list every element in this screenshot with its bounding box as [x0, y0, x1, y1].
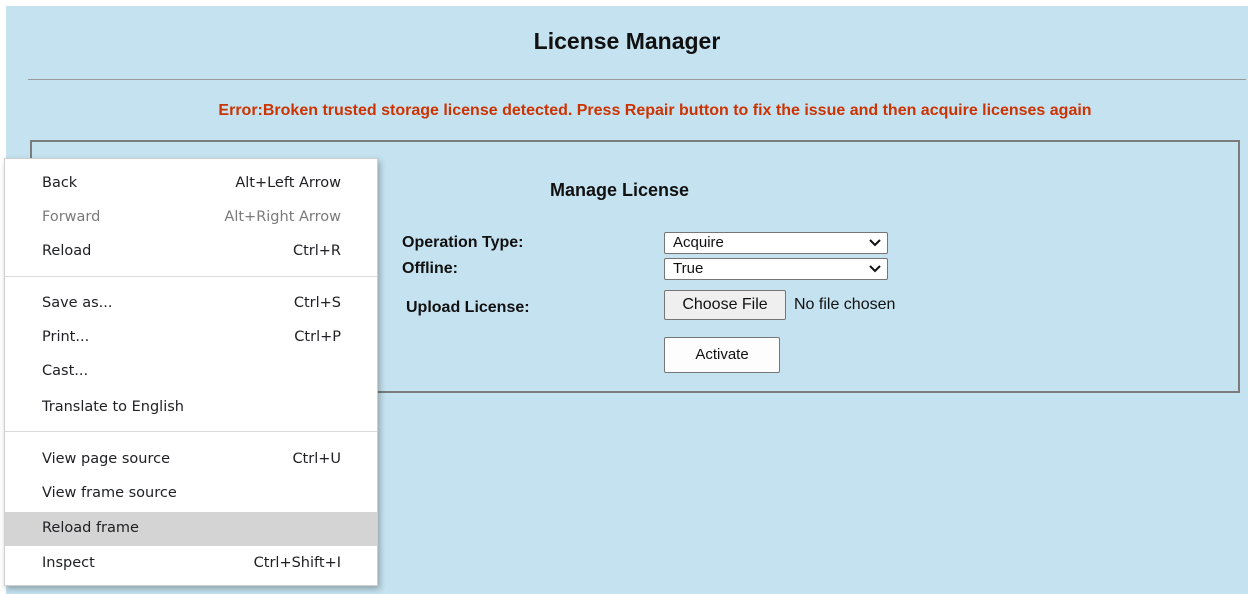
menu-item-inspect[interactable]: Inspect Ctrl+Shift+I: [5, 547, 377, 581]
menu-item-label: Print...: [42, 329, 90, 345]
menu-separator: [5, 431, 377, 432]
menu-item-translate[interactable]: Translate to English: [5, 391, 377, 425]
offline-select[interactable]: True: [664, 258, 888, 280]
operation-type-select[interactable]: Acquire: [664, 232, 888, 254]
title-divider: [28, 79, 1246, 80]
menu-item-print[interactable]: Print... Ctrl+P: [5, 321, 377, 355]
offline-value: True: [673, 260, 704, 277]
choose-file-button[interactable]: Choose File: [664, 290, 786, 320]
menu-item-shortcut: Ctrl+U: [292, 451, 341, 467]
menu-item-shortcut: Ctrl+S: [293, 295, 341, 311]
chevron-down-icon: [869, 239, 881, 247]
manage-license-title: Manage License: [550, 180, 690, 200]
operation-type-label: Operation Type:: [402, 234, 524, 251]
menu-item-reload[interactable]: Reload Ctrl+R: [5, 235, 377, 269]
offline-label: Offline:: [402, 260, 458, 277]
menu-item-label: Forward: [42, 209, 101, 225]
menu-item-back[interactable]: Back Alt+Left Arrow: [5, 167, 377, 201]
menu-item-forward[interactable]: Forward Alt+Right Arrow: [5, 201, 377, 235]
page-title: License Manager: [533, 28, 721, 54]
menu-item-shortcut: Ctrl+Shift+I: [253, 555, 341, 571]
context-menu: Back Alt+Left Arrow Forward Alt+Right Ar…: [4, 158, 378, 586]
menu-item-shortcut: Ctrl+R: [292, 243, 341, 259]
menu-item-view-frame-source[interactable]: View frame source: [5, 477, 377, 511]
menu-item-label: View page source: [42, 451, 170, 467]
menu-item-label: Inspect: [42, 555, 95, 571]
menu-item-label: Reload frame: [42, 520, 139, 536]
menu-item-label: Cast...: [42, 363, 89, 379]
upload-license-label: Upload License:: [406, 299, 530, 316]
menu-item-label: View frame source: [42, 485, 177, 501]
menu-item-label: Translate to English: [42, 399, 184, 415]
menu-item-reload-frame[interactable]: Reload frame: [5, 512, 377, 546]
menu-item-shortcut: Ctrl+P: [294, 329, 341, 345]
file-status-text: No file chosen: [794, 296, 896, 313]
menu-item-shortcut: Alt+Right Arrow: [224, 209, 341, 225]
menu-item-label: Back: [42, 175, 78, 191]
menu-item-shortcut: Alt+Left Arrow: [235, 175, 341, 191]
activate-button[interactable]: Activate: [664, 337, 780, 373]
operation-type-value: Acquire: [673, 234, 724, 251]
error-message: Error:Broken trusted storage license det…: [218, 102, 1092, 119]
menu-item-save-as[interactable]: Save as... Ctrl+S: [5, 287, 377, 321]
menu-item-label: Save as...: [42, 295, 113, 311]
menu-item-cast[interactable]: Cast...: [5, 355, 377, 389]
chevron-down-icon: [869, 265, 881, 273]
menu-item-label: Reload: [42, 243, 92, 259]
menu-item-view-page-source[interactable]: View page source Ctrl+U: [5, 443, 377, 477]
menu-separator: [5, 276, 377, 277]
